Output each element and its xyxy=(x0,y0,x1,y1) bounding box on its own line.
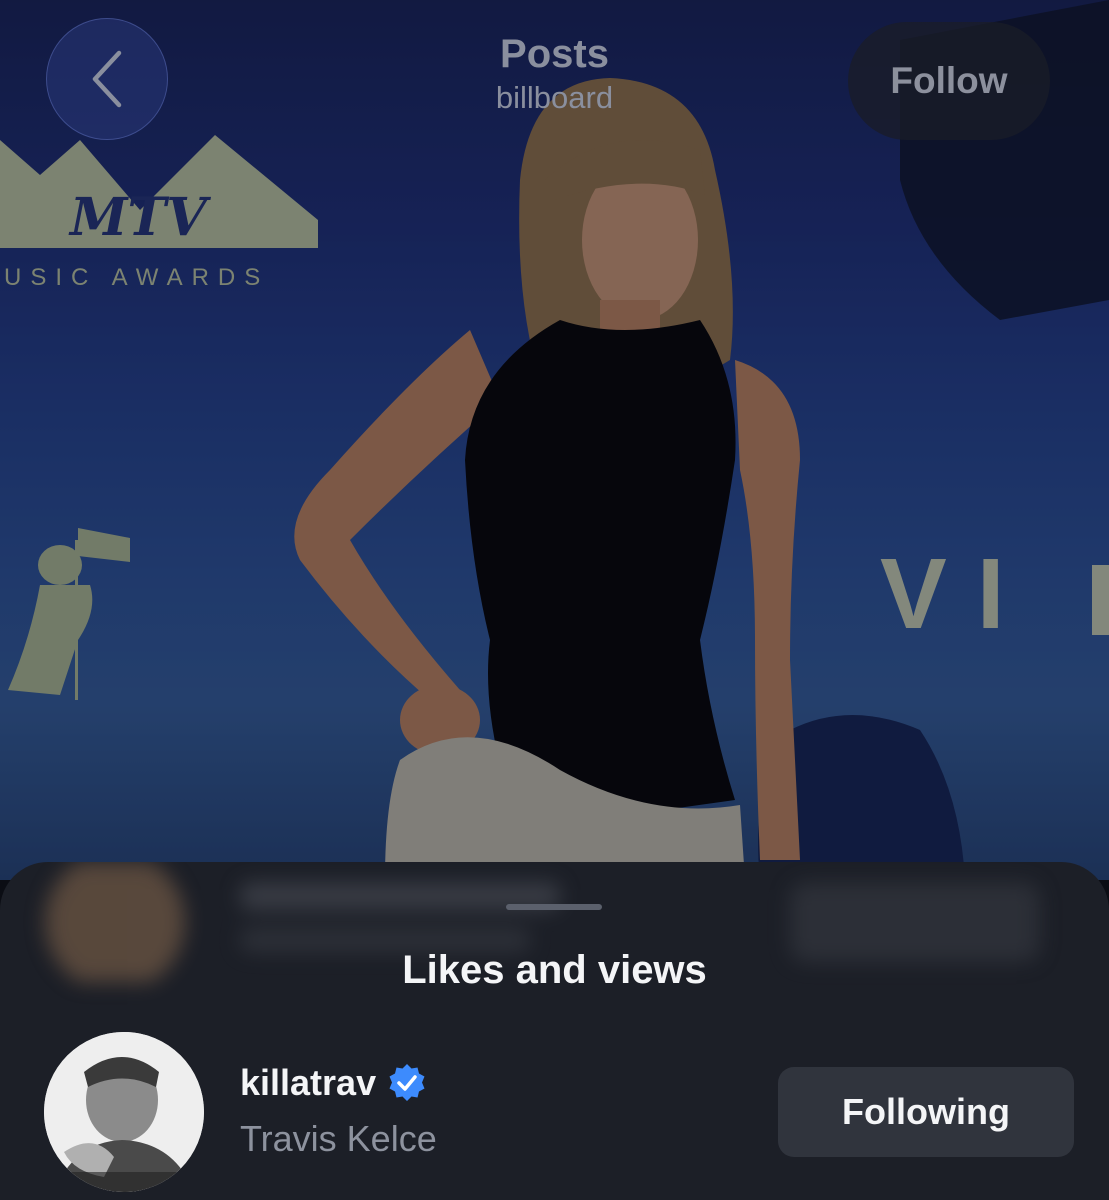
avatar[interactable] xyxy=(44,1032,204,1192)
follow-button[interactable]: Follow xyxy=(848,22,1050,140)
following-button[interactable]: Following xyxy=(778,1067,1074,1157)
sheet-title: Likes and views xyxy=(402,948,707,992)
likes-sheet: Likes and views killatrav Travis Kelce F… xyxy=(0,862,1109,1200)
user-full-name: Travis Kelce xyxy=(240,1118,437,1159)
username[interactable]: killatrav xyxy=(240,1062,376,1104)
screen: MTV USIC AWARDS VI Posts billboard Follo… xyxy=(0,0,1109,1200)
sheet-grabber[interactable] xyxy=(506,904,602,910)
user-name-row[interactable]: killatrav xyxy=(240,1062,428,1104)
verified-badge-icon xyxy=(386,1062,428,1104)
